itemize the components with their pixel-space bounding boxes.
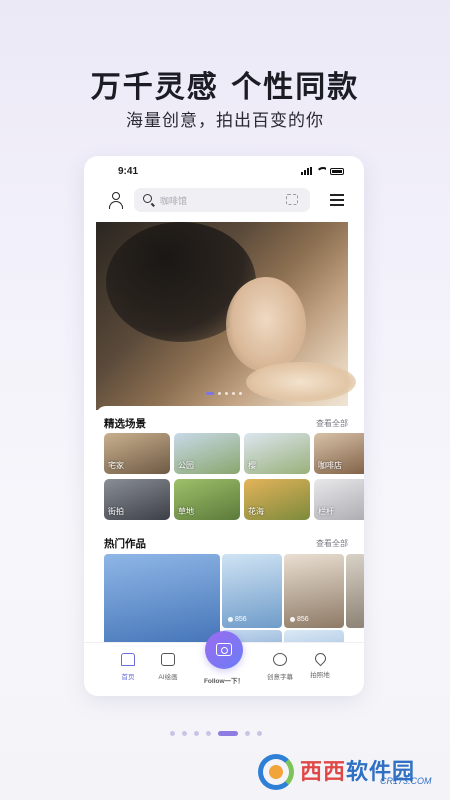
tab-spot-label: 拍照地	[310, 672, 330, 679]
menu-icon[interactable]	[330, 194, 344, 206]
scene-tile[interactable]: 花海	[244, 479, 310, 520]
scene-tile-label: 咖啡店	[318, 461, 342, 470]
status-time: 9:41	[118, 166, 139, 177]
wifi-icon	[316, 167, 326, 175]
carousel-indicator	[206, 392, 242, 395]
tab-creative-label: 创意字幕	[267, 674, 293, 681]
hot-works-see-all-link[interactable]: 查看全部	[316, 538, 348, 549]
section-title-hot-works: 热门作品	[104, 538, 146, 550]
search-icon	[143, 194, 152, 203]
page-subheadline: 海量创意，拍出百变的你	[126, 111, 324, 131]
scan-icon[interactable]	[286, 194, 298, 205]
scene-tile-label: 栏杆	[318, 507, 334, 516]
tv-icon	[161, 653, 175, 666]
banner-carousel[interactable]	[96, 222, 356, 410]
home-icon	[121, 653, 135, 666]
work-like-count: 856	[228, 616, 247, 623]
work-card[interactable]	[104, 554, 220, 654]
watermark-logo: 西西软件园 CR173.COM	[258, 752, 438, 792]
scene-tile[interactable]: 咖啡店	[314, 433, 364, 474]
scene-tile[interactable]: 草地	[174, 479, 240, 520]
work-card[interactable]: 856	[222, 554, 282, 628]
scene-tile[interactable]: 樱	[244, 433, 310, 474]
work-card[interactable]: 856	[284, 554, 344, 628]
site-logo-icon	[258, 754, 294, 790]
profile-icon[interactable]	[108, 192, 124, 210]
scene-tile-label: 街拍	[108, 507, 124, 516]
work-like-count: 856	[290, 616, 309, 623]
search-placeholder: 咖啡馆	[160, 196, 188, 206]
tab-ai-draw-label: AI绘画	[158, 674, 178, 681]
section-title-featured: 精选场景	[104, 418, 146, 430]
scene-tile-label: 花海	[248, 507, 264, 516]
scene-tile[interactable]: 栏杆	[314, 479, 364, 520]
watermark-brand-a: 西西	[300, 760, 347, 785]
phone-mockup: 9:41 咖啡馆 精选场景 查看全部 宅家 公园 樱 咖啡店街拍 草地 花海 栏杆 热门作品…	[84, 156, 364, 696]
signal-icon	[301, 167, 312, 175]
camera-button[interactable]	[205, 631, 243, 669]
featured-see-all-link[interactable]: 查看全部	[316, 418, 348, 429]
tab-spot[interactable]: 拍照地	[300, 650, 340, 679]
tab-bar: 首页 AI绘画 Follow一下！ 创意字幕 拍照地	[84, 631, 364, 696]
status-icons	[301, 167, 344, 175]
scene-tile-label: 樱	[248, 461, 256, 470]
scene-tile-label: 草地	[178, 507, 194, 516]
tab-home[interactable]: 首页	[108, 653, 148, 681]
location-pin-icon	[312, 650, 328, 667]
battery-icon	[330, 167, 344, 175]
camera-icon	[216, 643, 232, 656]
watermark-domain: CR173.COM	[380, 776, 432, 786]
tab-home-label: 首页	[121, 674, 135, 681]
top-bar: 咖啡馆	[84, 188, 364, 214]
planet-icon	[273, 653, 287, 666]
tab-follow-label[interactable]: Follow一下！	[190, 675, 258, 685]
scene-tile[interactable]: 街拍	[104, 479, 170, 520]
scene-tile[interactable]: 宅家	[104, 433, 170, 474]
scene-tile[interactable]: 公园	[174, 433, 240, 474]
scene-tile-label: 宅家	[108, 461, 124, 470]
page-indicator	[170, 731, 262, 736]
tab-ai-draw[interactable]: AI绘画	[148, 653, 188, 681]
search-input[interactable]: 咖啡馆	[134, 188, 310, 212]
content-sheet: 精选场景 查看全部 宅家 公园 樱 咖啡店街拍 草地 花海 栏杆 热门作品 查看全部 856…	[96, 406, 364, 654]
work-card[interactable]	[346, 554, 364, 628]
tab-creative[interactable]: 创意字幕	[260, 653, 300, 681]
status-bar: 9:41	[118, 166, 344, 180]
scene-tile-label: 公园	[178, 461, 194, 470]
page-headline: 万千灵感 个性同款	[90, 70, 360, 105]
